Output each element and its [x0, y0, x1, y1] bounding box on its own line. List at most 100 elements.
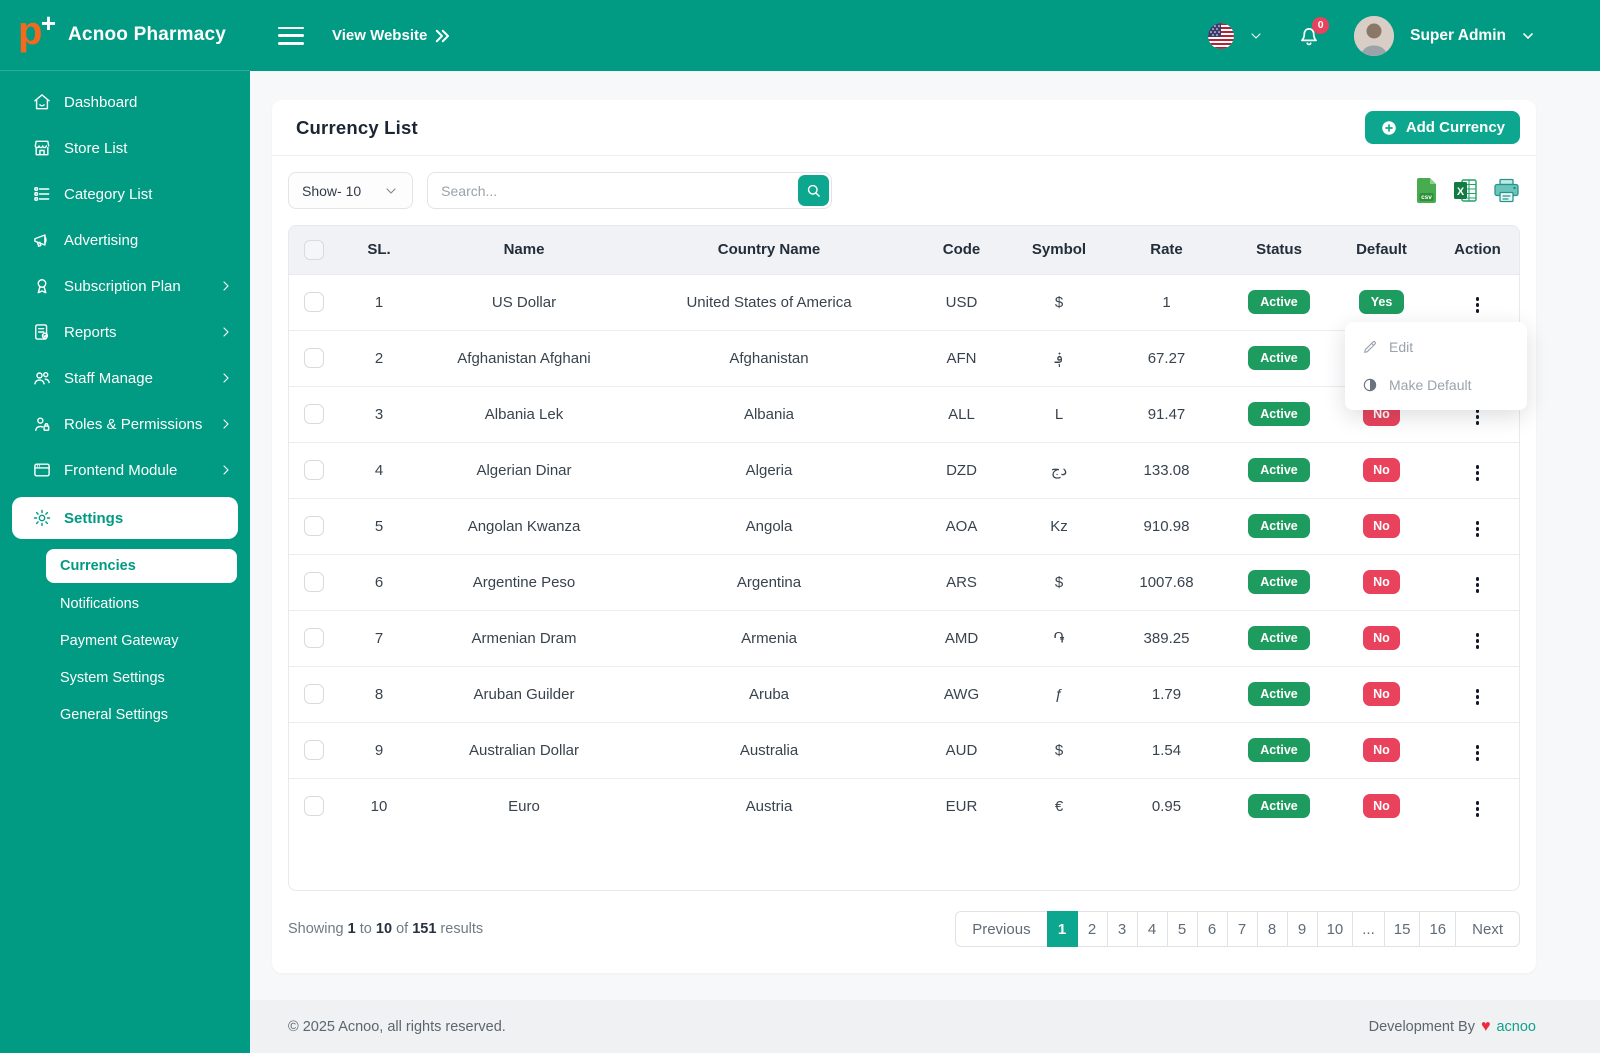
- user-avatar[interactable]: [1354, 15, 1395, 56]
- sidebar-item-staff-manage[interactable]: Staff Manage: [0, 355, 250, 401]
- table-row: 1 US Dollar United States of America USD $1 A…: [289, 273, 1519, 330]
- sidebar-subitem-general-settings[interactable]: General Settings: [0, 696, 250, 733]
- sidebar-item-category-list[interactable]: Category List: [0, 171, 250, 217]
- row-actions-kebab[interactable]: [1468, 293, 1488, 317]
- page-button[interactable]: 10: [1316, 911, 1354, 947]
- status-badge: Active: [1248, 514, 1310, 538]
- show-per-page-select[interactable]: Show- 10: [288, 172, 414, 209]
- page-button[interactable]: 8: [1256, 911, 1288, 947]
- sl-cell: 8: [339, 665, 419, 722]
- row-actions-kebab[interactable]: [1468, 685, 1488, 709]
- row-actions-kebab[interactable]: [1468, 461, 1488, 485]
- row-actions-kebab[interactable]: [1468, 797, 1488, 821]
- action-cell: [1434, 441, 1519, 498]
- double-chevron-icon: [436, 29, 450, 42]
- table-header-row: SL. Name Country Name Code Symbol Rate S…: [289, 226, 1519, 274]
- page-button[interactable]: 1: [1046, 911, 1078, 947]
- status-badge: Active: [1248, 458, 1310, 482]
- row-checkbox[interactable]: [304, 292, 324, 312]
- table-toolbar: Show- 10 csv X: [272, 156, 1536, 225]
- sidebar-item-dashboard[interactable]: Dashboard: [0, 79, 250, 125]
- page-button[interactable]: 16: [1419, 911, 1457, 947]
- language-flag-us[interactable]: [1208, 22, 1235, 49]
- page-button[interactable]: 5: [1166, 911, 1198, 947]
- export-excel-icon[interactable]: X: [1453, 178, 1478, 203]
- chevron-down-icon[interactable]: [1520, 28, 1536, 44]
- page-button[interactable]: 2: [1076, 911, 1108, 947]
- country-cell: Angola: [629, 497, 909, 554]
- row-checkbox[interactable]: [304, 516, 324, 536]
- sidebar-subitem-payment-gateway[interactable]: Payment Gateway: [0, 622, 250, 659]
- notification-bell[interactable]: 0: [1296, 16, 1330, 49]
- default-badge: No: [1363, 570, 1400, 594]
- chevron-down-icon[interactable]: [1248, 28, 1264, 44]
- status-badge: Active: [1248, 682, 1310, 706]
- symbol-cell: ֏: [1014, 609, 1104, 666]
- rate-cell: 133.08: [1104, 441, 1229, 498]
- default-cell: No: [1329, 497, 1434, 554]
- page-button[interactable]: 15: [1383, 911, 1421, 947]
- search-input[interactable]: [427, 172, 833, 209]
- row-checkbox[interactable]: [304, 628, 324, 648]
- page-footer: © 2025 Acnoo, all rights reserved. Devel…: [250, 1000, 1600, 1053]
- checkbox-cell: [289, 497, 339, 554]
- add-currency-button[interactable]: Add Currency: [1364, 111, 1520, 144]
- megaphone-icon: [32, 230, 52, 250]
- hamburger-menu-icon[interactable]: [278, 26, 304, 45]
- row-checkbox[interactable]: [304, 460, 324, 480]
- code-cell: AFN: [909, 329, 1014, 386]
- page-button[interactable]: 6: [1196, 911, 1228, 947]
- page-button[interactable]: 7: [1226, 911, 1258, 947]
- sidebar-item-store-list[interactable]: Store List: [0, 125, 250, 171]
- row-actions-kebab[interactable]: [1468, 517, 1488, 541]
- row-checkbox[interactable]: [304, 684, 324, 704]
- row-checkbox[interactable]: [304, 348, 324, 368]
- sidebar-subitem-currencies[interactable]: Currencies: [46, 549, 237, 583]
- sidebar-item-advertising[interactable]: Advertising: [0, 217, 250, 263]
- row-checkbox[interactable]: [304, 796, 324, 817]
- status-cell: Active: [1229, 609, 1329, 666]
- page-button[interactable]: 3: [1106, 911, 1138, 947]
- user-menu[interactable]: Super Admin: [1410, 27, 1506, 45]
- export-csv-icon[interactable]: csv: [1415, 177, 1438, 204]
- sidebar-item-frontend-module[interactable]: Frontend Module: [0, 447, 250, 493]
- sidebar-item-roles-permissions[interactable]: Roles & Permissions: [0, 401, 250, 447]
- card-header: Currency List Add Currency: [272, 100, 1536, 156]
- row-checkbox[interactable]: [304, 404, 324, 424]
- pagination-previous[interactable]: Previous: [955, 911, 1048, 947]
- symbol-cell: $: [1014, 721, 1104, 778]
- row-checkbox[interactable]: [304, 572, 324, 592]
- view-website-link[interactable]: View Website: [332, 27, 451, 44]
- pagination-next[interactable]: Next: [1455, 911, 1520, 947]
- print-icon[interactable]: [1493, 178, 1520, 204]
- action-cell: [1434, 609, 1519, 666]
- country-cell: Aruba: [629, 665, 909, 722]
- gear-icon: [32, 508, 52, 528]
- acnoo-link[interactable]: acnoo: [1496, 1019, 1536, 1035]
- page-button[interactable]: 9: [1286, 911, 1318, 947]
- search-button[interactable]: [798, 175, 830, 206]
- row-checkbox[interactable]: [304, 740, 324, 760]
- sidebar-subitem-system-settings[interactable]: System Settings: [0, 659, 250, 696]
- dropdown-item-make-default[interactable]: Make Default: [1345, 366, 1527, 404]
- table-row: 5 Angolan Kwanza Angola AOA Kz 910.98 Active No: [289, 497, 1519, 554]
- default-cell: No: [1329, 777, 1434, 834]
- row-actions-kebab[interactable]: [1468, 741, 1488, 765]
- sidebar-item-reports[interactable]: Reports: [0, 309, 250, 355]
- country-cell: Albania: [629, 385, 909, 442]
- page-button[interactable]: 4: [1136, 911, 1168, 947]
- country-cell: Argentina: [629, 553, 909, 610]
- status-cell: Active: [1229, 385, 1329, 442]
- select-all-checkbox[interactable]: [304, 239, 324, 260]
- sidebar-subitem-notifications[interactable]: Notifications: [0, 585, 250, 622]
- code-cell: USD: [909, 273, 1014, 330]
- column-header-symbol: Symbol: [1014, 226, 1104, 274]
- currency-table-body: 1 US Dollar United States of America USD $1 A…: [289, 273, 1519, 834]
- row-actions-kebab[interactable]: [1468, 629, 1488, 653]
- dropdown-item-edit[interactable]: Edit: [1345, 328, 1527, 366]
- sidebar-item-settings[interactable]: Settings: [12, 497, 238, 539]
- row-actions-kebab[interactable]: [1468, 573, 1488, 597]
- checkbox-cell: [289, 441, 339, 498]
- sidebar-item-subscription-plan[interactable]: Subscription Plan: [0, 263, 250, 309]
- checkbox-cell: [289, 609, 339, 666]
